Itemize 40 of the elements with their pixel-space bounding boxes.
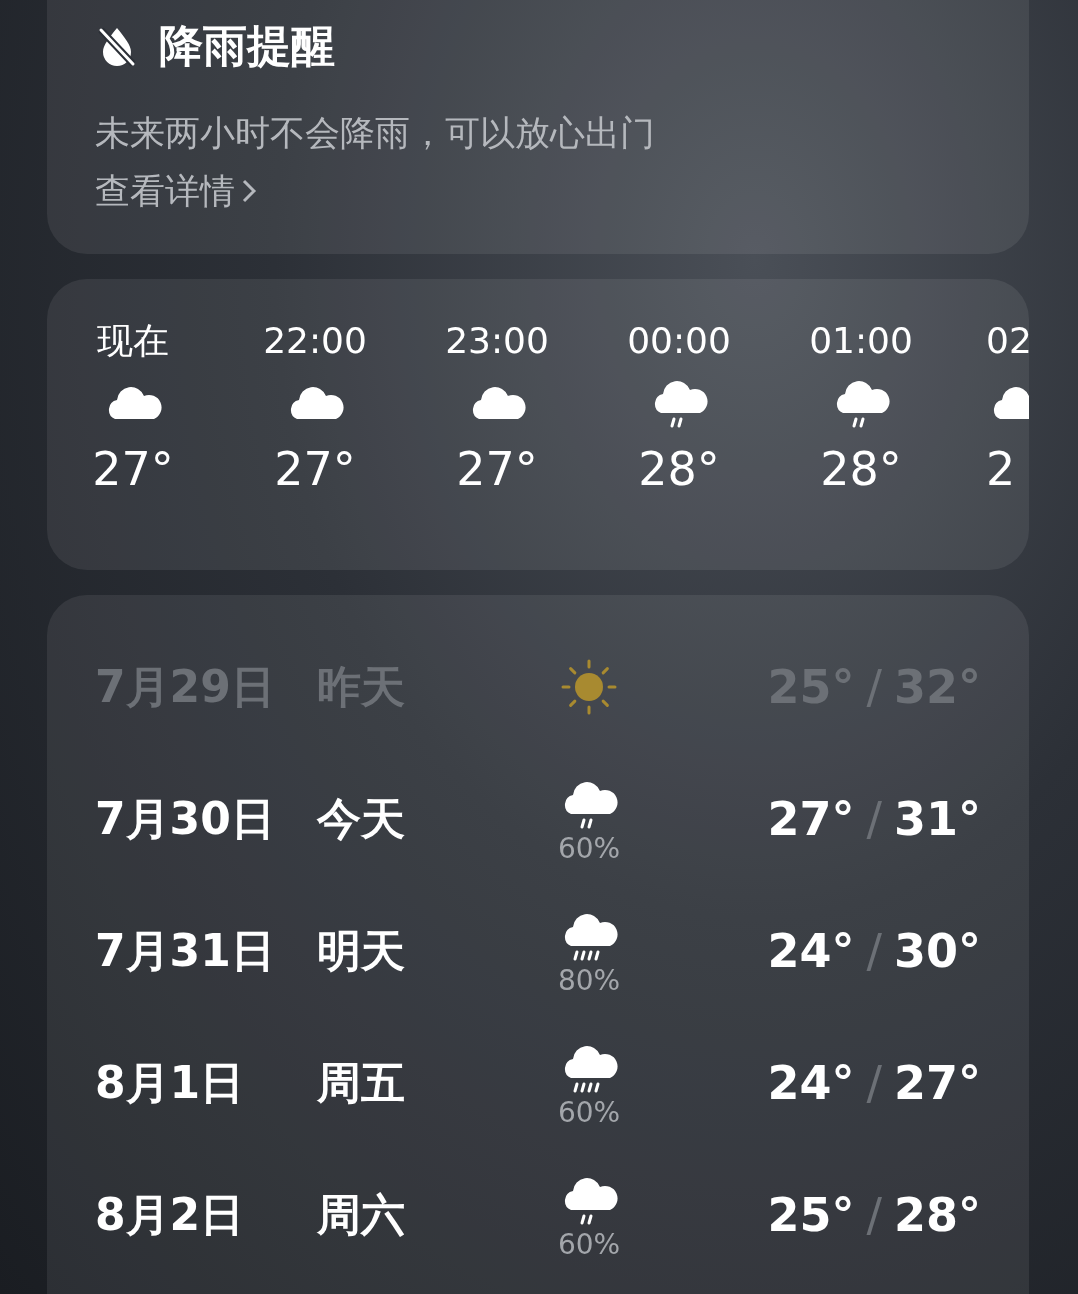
details-link[interactable]: 查看详情	[95, 168, 257, 214]
temperature-separator: /	[866, 1056, 882, 1110]
forecast-day: 周五	[317, 1053, 497, 1113]
forecast-day: 明天	[317, 921, 497, 981]
forecast-date: 7月30日	[95, 791, 276, 846]
hour-time: 01:00	[809, 319, 913, 363]
high-temperature: 27°	[894, 1056, 981, 1110]
forecast-day: 周六	[317, 1185, 497, 1245]
precipitation-chance: 60%	[557, 1095, 621, 1129]
forecast-date: 7月31日	[95, 923, 276, 978]
low-temperature: 27°	[767, 792, 855, 846]
hour-time: 02	[986, 319, 1029, 363]
rain-message: 未来两小时不会降雨，可以放心出门	[95, 112, 656, 155]
temperature-separator: /	[866, 1188, 882, 1242]
low-temperature: 25°	[767, 1188, 855, 1242]
hour-time: 现在	[97, 319, 169, 363]
hour-temperature: 2	[986, 442, 1016, 498]
high-temperature: 28°	[894, 1188, 981, 1242]
precipitation-chance: 60%	[557, 831, 621, 865]
forecast-date: 8月2日	[95, 1187, 246, 1242]
temperature-separator: /	[866, 660, 882, 714]
card-title: 降雨提醒	[159, 19, 335, 73]
hour-time: 22:00	[263, 319, 367, 363]
hour-temperature: 27°	[456, 442, 538, 498]
low-temperature: 24°	[767, 924, 855, 978]
hour-time: 00:00	[627, 319, 731, 363]
forecast-date: 8月1日	[95, 1055, 246, 1110]
hour-temperature: 28°	[638, 442, 720, 498]
high-temperature: 31°	[894, 792, 981, 846]
temperature-separator: /	[866, 792, 882, 846]
hour-temperature: 27°	[274, 442, 356, 498]
precipitation-chance: 60%	[557, 1227, 621, 1261]
forecast-day: 今天	[317, 789, 497, 849]
precipitation-chance: 80%	[557, 963, 621, 997]
low-temperature: 24°	[767, 1056, 855, 1110]
temperature-separator: /	[866, 924, 882, 978]
hour-temperature: 28°	[820, 442, 902, 498]
high-temperature: 30°	[894, 924, 981, 978]
hour-temperature: 27°	[92, 442, 174, 498]
hour-time: 23:00	[445, 319, 549, 363]
